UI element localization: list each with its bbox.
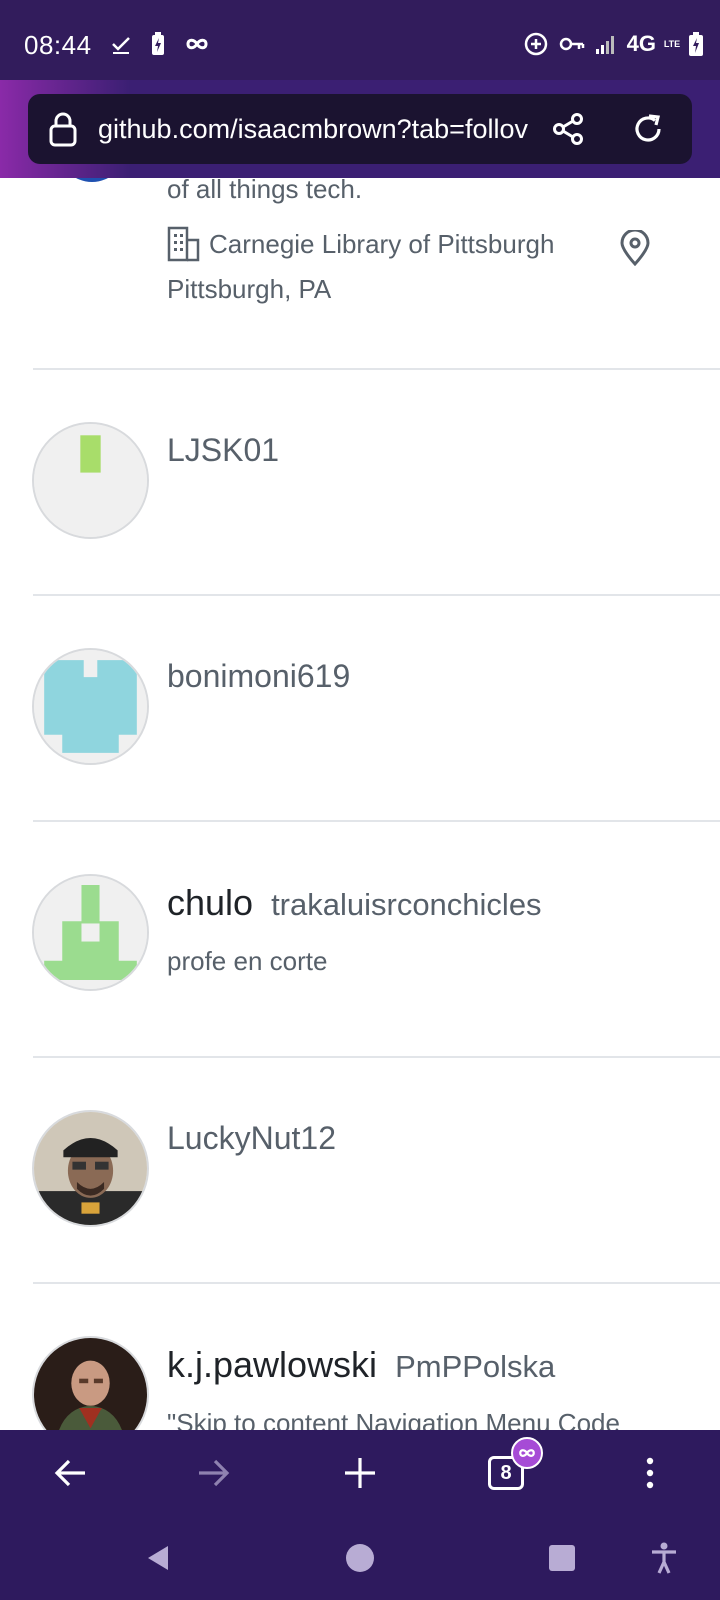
tabs-count[interactable]: 8 xyxy=(488,1437,543,1490)
browser-toolbar: 8 xyxy=(0,1430,720,1516)
system-home-icon[interactable] xyxy=(320,1526,400,1590)
tab-switcher-button[interactable]: 8 xyxy=(466,1430,546,1516)
location-text: Pittsburgh, PA xyxy=(167,274,332,304)
company-name: Carnegie Library of Pittsburgh xyxy=(209,228,555,259)
check-icon xyxy=(110,29,132,59)
avatar[interactable] xyxy=(32,422,149,539)
browser-header: github.com/isaacmbrown?tab=follov xyxy=(0,80,720,178)
user-name-line[interactable]: k.j.pawlowski PmPPolska xyxy=(167,1344,555,1386)
list-item[interactable]: bonimoni619 xyxy=(0,596,720,822)
followers-list: of all things tech. Carnegie Library of … xyxy=(0,178,720,1430)
tabs-count-value: 8 xyxy=(500,1461,512,1484)
user-bio: "Skip to content Navigation Menu Code xyxy=(167,1408,620,1430)
address-bar[interactable]: github.com/isaacmbrown?tab=follov xyxy=(28,94,692,164)
signal-icon xyxy=(595,29,617,59)
system-recents-icon[interactable] xyxy=(522,1526,602,1590)
system-nav-bar xyxy=(0,1516,720,1600)
avatar[interactable] xyxy=(58,178,126,182)
reload-icon[interactable] xyxy=(608,94,688,164)
network-subtype: LTE xyxy=(663,39,681,49)
infinity-icon xyxy=(184,29,210,59)
user-display-name[interactable]: k.j.pawlowski xyxy=(167,1344,377,1385)
list-item[interactable]: k.j.pawlowski PmPPolska "Skip to content … xyxy=(0,1284,720,1430)
user-bio: of all things tech. xyxy=(167,178,363,204)
back-arrow-icon[interactable] xyxy=(30,1430,110,1516)
user-login[interactable]: trakaluisrconchicles xyxy=(271,887,542,922)
list-item: of all things tech. Carnegie Library of … xyxy=(0,178,720,370)
accessibility-icon[interactable] xyxy=(624,1526,704,1590)
user-login[interactable]: bonimoni619 xyxy=(167,658,350,695)
user-name-line[interactable]: chulo trakaluisrconchicles xyxy=(167,882,542,924)
list-item[interactable]: LuckyNut12 xyxy=(0,1058,720,1284)
user-login[interactable]: LJSK01 xyxy=(167,432,279,469)
lock-icon[interactable] xyxy=(28,94,98,164)
private-infinity-icon xyxy=(511,1437,543,1469)
status-bar: 08:44 4G LTE xyxy=(0,0,720,90)
forward-arrow-icon[interactable] xyxy=(174,1430,254,1516)
more-menu-icon[interactable] xyxy=(610,1430,690,1516)
battery-charging-icon xyxy=(688,29,704,59)
vpn-key-icon xyxy=(559,29,585,59)
url-text[interactable]: github.com/isaacmbrown?tab=follov xyxy=(98,114,528,145)
building-icon xyxy=(167,226,201,262)
location-pin-icon xyxy=(618,228,652,271)
share-icon[interactable] xyxy=(528,94,608,164)
company-line: Carnegie Library of Pittsburgh xyxy=(167,226,554,262)
user-display-name[interactable]: chulo xyxy=(167,882,253,923)
list-item[interactable]: chulo trakaluisrconchicles profe en corte xyxy=(0,822,720,1058)
status-time: 08:44 xyxy=(24,30,92,60)
avatar[interactable] xyxy=(32,1336,149,1430)
battery-saver-icon xyxy=(150,29,166,59)
user-login[interactable]: PmPPolska xyxy=(395,1349,555,1384)
avatar[interactable] xyxy=(32,648,149,765)
list-item[interactable]: LJSK01 xyxy=(0,370,720,596)
data-saver-icon xyxy=(523,29,549,59)
user-login[interactable]: LuckyNut12 xyxy=(167,1120,336,1157)
network-type: 4G xyxy=(626,31,656,56)
system-back-icon[interactable] xyxy=(118,1526,198,1590)
user-bio: profe en corte xyxy=(167,946,328,976)
avatar[interactable] xyxy=(32,1110,149,1227)
new-tab-plus-icon[interactable] xyxy=(320,1430,400,1516)
avatar[interactable] xyxy=(32,874,149,991)
